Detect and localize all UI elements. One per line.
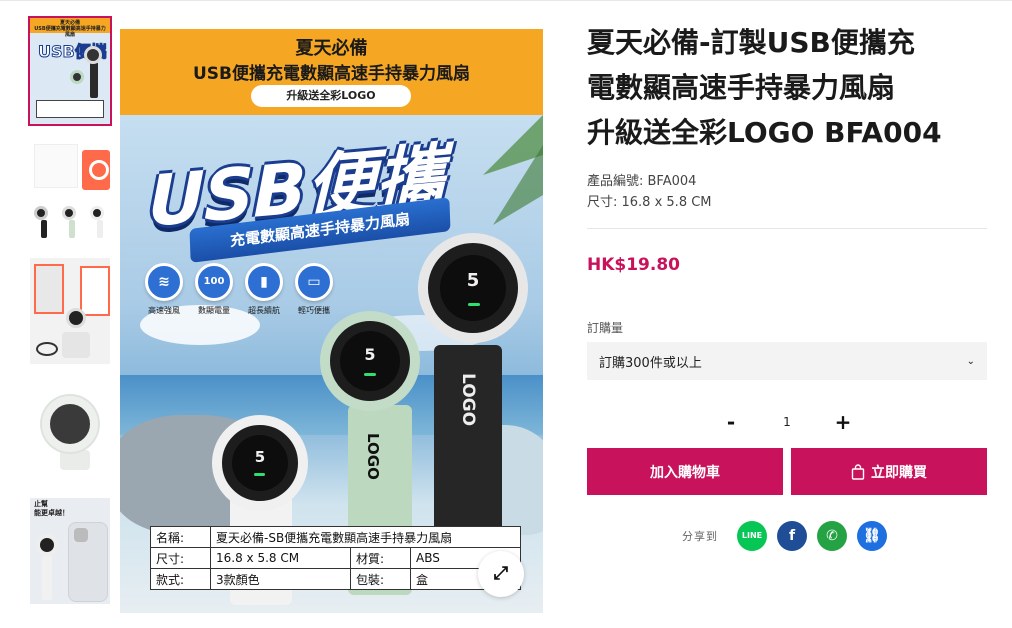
share-label: 分享到 xyxy=(682,530,718,543)
feature-battery-display: 100 數顯電量 xyxy=(192,263,236,316)
buy-now-label: 立即購買 xyxy=(871,464,927,481)
image-banner: 夏天必備 USB便攜充電數顯高速手持暴力風扇 升級送全彩LOGO xyxy=(120,29,543,115)
fan-white-head: 5 xyxy=(212,415,308,511)
main-product-image[interactable]: 夏天必備 USB便攜充電數顯高速手持暴力風扇 升級送全彩LOGO USB便攜 充… xyxy=(120,29,543,613)
product-code: 產品編號: BFA004 xyxy=(587,174,697,189)
feature-portable: ▭ 輕巧便攜 xyxy=(292,263,336,316)
spec-value: 3款顏色 xyxy=(210,568,351,590)
fan-green-head: 5 xyxy=(320,311,420,411)
fan-logo: LOGO xyxy=(458,373,478,427)
spec-key: 尺寸: xyxy=(150,547,211,569)
top-divider xyxy=(0,0,1012,1)
product-info: 夏天必備-訂製USB便攜充 電數顯高速手持暴力風扇 升級送全彩LOGO BFA0… xyxy=(587,20,987,551)
fan-image xyxy=(36,534,58,556)
line-icon[interactable]: LINE xyxy=(737,521,767,551)
divider xyxy=(587,228,987,229)
product-meta: 產品編號: BFA004 尺寸: 16.8 x 5.8 CM xyxy=(587,171,987,213)
product-title: 夏天必備-訂製USB便攜充 電數顯高速手持暴力風扇 升級送全彩LOGO BFA0… xyxy=(587,20,987,155)
bag-icon: ▭ xyxy=(295,263,333,301)
add-to-cart-button[interactable]: 加入購物車 xyxy=(587,448,783,495)
thumbnail-5-text: 止幫 能更卓越！ xyxy=(34,500,69,518)
package-image xyxy=(80,266,110,316)
quantity-tier-select[interactable]: 訂購300件或以上 ⌄ xyxy=(587,342,987,380)
spec-key: 包裝: xyxy=(350,568,411,590)
feature-label: 輕巧便攜 xyxy=(298,306,330,315)
add-to-cart-label: 加入購物車 xyxy=(650,464,720,481)
feature-endurance: ▮ 超長續航 xyxy=(242,263,286,316)
battery-icon: ▮ xyxy=(245,263,283,301)
facebook-icon[interactable]: f xyxy=(777,521,807,551)
fan-image xyxy=(70,70,84,84)
increase-button[interactable]: + xyxy=(831,410,855,434)
action-buttons: 加入購物車 立即購買 xyxy=(587,448,987,495)
document-image xyxy=(34,144,78,188)
product-title-line: 電數顯高速手持暴力風扇 xyxy=(587,71,896,104)
decrease-button[interactable]: - xyxy=(719,410,743,434)
product-size: 尺寸: 16.8 x 5.8 CM xyxy=(587,195,712,210)
product-price: HK$19.80 xyxy=(587,255,681,275)
whatsapp-icon[interactable]: ✆ xyxy=(817,521,847,551)
package-image xyxy=(34,264,64,314)
fan-black-head: 5 xyxy=(418,233,528,343)
spec-value: 夏天必備-SB便攜充電數顯高速手持暴力風扇 xyxy=(210,526,521,548)
buy-now-button[interactable]: 立即購買 xyxy=(791,448,987,495)
thumbnail-5[interactable]: 止幫 能更卓越！ xyxy=(28,496,112,606)
quantity-stepper: - 1 + xyxy=(587,410,987,434)
fan-image xyxy=(66,308,86,328)
image-scene: USB便攜 充電數顯高速手持暴力風扇 ≋ 高速強風 100 數顯電量 ▮ 超長續… xyxy=(120,115,543,613)
spec-table-thumb xyxy=(36,100,104,118)
spec-table: 名稱: 夏天必備-SB便攜充電數顯高速手持暴力風扇 尺寸: 16.8 x 5.8… xyxy=(150,526,521,590)
fan-image xyxy=(84,46,102,64)
thumbnail-4[interactable] xyxy=(28,376,112,486)
product-title-line: 夏天必備-訂製USB便攜充 xyxy=(587,26,915,59)
spec-key: 款式: xyxy=(150,568,211,590)
fan-logo: LOGO xyxy=(364,433,382,480)
fan-screen: 5 xyxy=(340,331,400,391)
feature-label: 數顯電量 xyxy=(198,306,230,315)
cable-image xyxy=(36,342,58,356)
spec-key: 材質: xyxy=(350,547,411,569)
banner-subtitle: USB便攜充電數顯高速手持暴力風扇 xyxy=(192,64,470,84)
thumbnail-1[interactable]: 夏天必備 USB便攜充電數顯高速手持暴力風扇 USB便攜 xyxy=(28,16,112,126)
link-icon[interactable]: ⛓ xyxy=(857,521,887,551)
quantity-label: 訂購量 xyxy=(587,321,624,335)
thumbnail-2[interactable] xyxy=(28,136,112,246)
thumbnail-1-title: 夏天必備 USB便攜充電數顯高速手持暴力風扇 xyxy=(34,20,106,38)
feature-wind: ≋ 高速強風 xyxy=(142,263,186,316)
chevron-down-icon: ⌄ xyxy=(966,355,975,367)
display-icon: 100 xyxy=(195,263,233,301)
shopping-bag-icon xyxy=(851,463,865,480)
share-bar: 分享到 LINE f ✆ ⛓ xyxy=(587,521,987,551)
spec-key: 名稱: xyxy=(150,526,211,548)
banner-pill: 升級送全彩LOGO xyxy=(251,85,411,107)
wind-icon: ≋ xyxy=(145,263,183,301)
fan-image xyxy=(42,396,98,452)
quantity-value[interactable]: 1 xyxy=(743,415,831,429)
feature-label: 超長續航 xyxy=(248,306,280,315)
feature-label: 高速強風 xyxy=(148,306,180,315)
fan-screen: 5 xyxy=(232,435,288,491)
fan-screen: 5 xyxy=(440,255,506,321)
package-image xyxy=(82,150,110,190)
thumbnail-3[interactable] xyxy=(28,256,112,366)
banner-title: 夏天必備 xyxy=(295,38,368,59)
product-title-line: 升級送全彩LOGO BFA004 xyxy=(587,116,942,149)
zoom-icon[interactable]: ⤢ xyxy=(478,551,524,597)
quantity-tier-value: 訂購300件或以上 xyxy=(599,355,702,371)
spec-value: 16.8 x 5.8 CM xyxy=(210,547,351,569)
thumbnail-list: 夏天必備 USB便攜充電數顯高速手持暴力風扇 USB便攜 止幫 能更卓越！ xyxy=(28,16,112,616)
